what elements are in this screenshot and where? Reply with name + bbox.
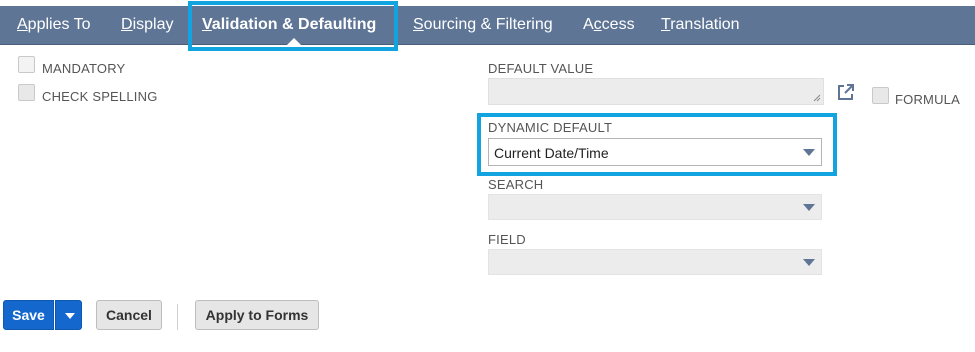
tab-sourcing-filtering[interactable]: Sourcing & Filtering bbox=[413, 6, 553, 44]
field-select[interactable] bbox=[488, 249, 822, 275]
active-tab-indicator bbox=[287, 38, 301, 45]
formula-checkbox[interactable] bbox=[872, 87, 889, 104]
tab-applies-to-accesskey: A bbox=[17, 16, 28, 33]
caret-down-icon bbox=[803, 204, 815, 211]
tab-translation-accesskey: T bbox=[661, 16, 671, 33]
tab-applies-to-label: pplies To bbox=[27, 16, 91, 33]
search-label: SEARCH bbox=[488, 177, 544, 192]
mandatory-checkbox[interactable] bbox=[18, 56, 35, 73]
external-link-icon[interactable] bbox=[836, 83, 855, 102]
tab-applies-to[interactable]: Applies To bbox=[17, 6, 91, 44]
dynamic-default-label: DYNAMIC DEFAULT bbox=[488, 120, 613, 135]
tab-display-label: isplay bbox=[132, 16, 174, 33]
apply-to-forms-button[interactable]: Apply to Forms bbox=[195, 300, 319, 330]
tab-sourcing-label: ourcing & Filtering bbox=[423, 16, 553, 33]
default-value-label: DEFAULT VALUE bbox=[488, 61, 594, 76]
subtab-bar: Applies To Display Validation & Defaulti… bbox=[0, 6, 975, 45]
check-spelling-label: CHECK SPELLING bbox=[42, 89, 158, 104]
caret-down-icon bbox=[803, 259, 815, 266]
dynamic-default-value: Current Date/Time bbox=[494, 145, 609, 161]
search-select[interactable] bbox=[488, 194, 822, 220]
caret-down-icon bbox=[803, 149, 815, 156]
tab-access-accesskey: c bbox=[593, 16, 602, 33]
field-label: FIELD bbox=[488, 232, 526, 247]
save-button[interactable]: Save bbox=[3, 300, 54, 330]
tab-access-prefix: A bbox=[583, 16, 594, 33]
resize-grip-icon[interactable] bbox=[813, 94, 821, 102]
caret-down-icon bbox=[65, 313, 75, 319]
tab-sourcing-accesskey: S bbox=[413, 16, 424, 33]
tab-validation-accesskey: V bbox=[202, 16, 212, 33]
tab-access-label: cess bbox=[601, 16, 635, 33]
cancel-button[interactable]: Cancel bbox=[96, 300, 162, 330]
tab-validation-label: alidation & Defaulting bbox=[211, 16, 377, 33]
tab-display-accesskey: D bbox=[121, 16, 133, 33]
tab-access[interactable]: Access bbox=[583, 6, 635, 44]
save-menu-button[interactable] bbox=[55, 300, 82, 330]
tab-translation-label: ranslation bbox=[670, 16, 740, 33]
button-divider bbox=[177, 304, 178, 330]
default-value-textarea[interactable] bbox=[488, 78, 824, 105]
mandatory-label: MANDATORY bbox=[42, 61, 126, 76]
tab-display[interactable]: Display bbox=[121, 6, 173, 44]
tab-translation[interactable]: Translation bbox=[661, 6, 740, 44]
dynamic-default-select[interactable]: Current Date/Time bbox=[488, 138, 822, 166]
formula-label: FORMULA bbox=[895, 92, 960, 107]
check-spelling-checkbox[interactable] bbox=[18, 84, 35, 101]
